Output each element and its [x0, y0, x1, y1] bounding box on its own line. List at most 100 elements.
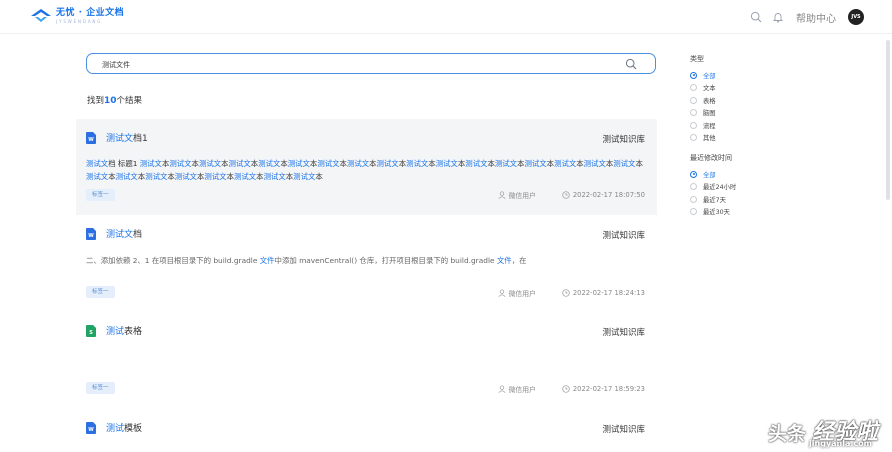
library-name: 测试知识库: [602, 425, 645, 435]
snippet-highlight: 测试文: [263, 171, 286, 181]
watermark-url: jingyanla.com: [809, 439, 872, 448]
radio-button[interactable]: [690, 121, 697, 129]
snippet-text: 本: [167, 171, 175, 181]
title-highlight: 测试: [106, 424, 125, 434]
radio-button[interactable]: [690, 195, 697, 203]
snippet-highlight: 测试文: [376, 159, 399, 168]
result-count-suffix: 个结果: [116, 96, 143, 106]
type-filter-option[interactable]: 脑图: [690, 107, 736, 120]
watermark-left: 头条: [767, 423, 806, 445]
type-filter-option[interactable]: 文本: [690, 82, 736, 95]
svg-text:W: W: [88, 233, 94, 239]
snippet-highlight: 测试文: [293, 171, 316, 181]
snippet-text: 档 标题1: [108, 159, 140, 168]
snippet-highlight: 测试文: [346, 159, 370, 168]
svg-text:W: W: [88, 427, 94, 433]
type-filter-options: 全部文本表格脑图流程其他: [690, 69, 736, 144]
result-card[interactable]: S 测试 表格 测试知识库 标签一 微信用户 2022-02-17 18:59:2…: [76, 311, 657, 407]
snippet-highlight: 测试文: [139, 159, 162, 168]
word-doc-icon: W: [86, 227, 96, 240]
watermark: 头条 经验啦 jingyanla.com: [767, 414, 878, 448]
snippet-highlight: 测试文: [174, 171, 197, 181]
result-title[interactable]: W 测试 模板: [86, 421, 142, 434]
radio-button[interactable]: [690, 134, 697, 142]
snippet-highlight: 测试文: [86, 159, 109, 168]
search-icon[interactable]: [748, 9, 764, 25]
snippet-highlight: 测试文: [115, 171, 138, 181]
svg-text:S: S: [89, 330, 93, 336]
result-card[interactable]: W 测试文 档1 测试知识库 测试文档 标题1 测试文本测试文本测试文本测试文本测…: [76, 119, 657, 215]
result-card[interactable]: W 测试文档 测试知识库 二、添加依赖 2、1 在项目根目录下的 build.g…: [76, 215, 657, 311]
result-count-prefix: 找到: [87, 96, 105, 106]
title-highlight: 测试: [106, 327, 125, 337]
type-filter-option[interactable]: 全部: [690, 69, 736, 82]
filter-panel: 类型 全部 文本 表格 脑图 流程 其他 最近修改时间 全部 最近24小时 最近7天 最近30天: [690, 54, 736, 218]
result-title[interactable]: W 测试文档: [86, 227, 142, 240]
radio-button[interactable]: [690, 208, 697, 216]
snippet-text: 本: [191, 159, 199, 168]
result-title[interactable]: W 测试文 档1: [86, 131, 148, 144]
snippet-text: 本: [315, 171, 323, 181]
help-center-link[interactable]: 帮助中心: [796, 10, 836, 25]
radio-button[interactable]: [690, 109, 697, 117]
result-card[interactable]: W 测试 模板 测试知识库: [76, 408, 657, 452]
bell-icon[interactable]: [770, 9, 786, 25]
snippet-text: 本: [256, 171, 264, 181]
search-icon[interactable]: [625, 58, 637, 70]
type-filter-option[interactable]: 流程: [690, 119, 736, 132]
avatar[interactable]: JVS: [848, 9, 864, 25]
snippet-text: 本: [221, 159, 229, 168]
radio-button[interactable]: [690, 96, 697, 104]
snippet-text: 本: [108, 171, 116, 181]
time-filter-option[interactable]: 最近7天: [690, 193, 736, 206]
snippet-highlight: 测试文: [613, 159, 636, 168]
snippet-text: 中添加 mavenCentral() 仓库，打开项目根目录下的 build.gr…: [274, 256, 497, 265]
user-icon: [498, 191, 506, 199]
library-name: 测试知识库: [602, 328, 645, 338]
logo[interactable]: 无忧 · 企业文档 J Y S W E N D A N G: [30, 8, 124, 24]
radio-button[interactable]: [690, 84, 697, 92]
time-filter-option[interactable]: 最近24小时: [690, 181, 736, 194]
result-title[interactable]: S 测试 表格: [86, 324, 142, 337]
title-rest: 表格: [124, 327, 143, 337]
time-filter-options: 全部 最近24小时 最近7天 最近30天: [690, 168, 736, 218]
type-filter-option-label: 表格: [703, 97, 716, 105]
spreadsheet-icon: S: [86, 324, 96, 337]
snippet-highlight: 测试文: [287, 159, 310, 168]
author: 微信用户: [508, 290, 536, 298]
snippet-highlight: 测试文: [435, 159, 458, 168]
radio-button[interactable]: [690, 71, 697, 79]
user-icon: [498, 289, 506, 297]
snippet-highlight: 文件: [259, 256, 275, 265]
scrollbar[interactable]: [886, 40, 890, 200]
title-rest: 档: [133, 230, 143, 240]
type-filter-option[interactable]: 其他: [690, 132, 736, 145]
snippet-highlight: 试文: [93, 171, 109, 181]
tag-badge[interactable]: 标签一: [86, 189, 115, 201]
snippet-highlight: 测试文: [583, 159, 606, 168]
modified-time: 2022-02-17 18:07:50: [572, 191, 645, 199]
snippet-highlight: 测试文: [204, 171, 227, 181]
time-filter-heading: 最近修改时间: [690, 154, 732, 162]
tag-badge[interactable]: 标签一: [86, 286, 115, 298]
snippet-highlight: 测试文: [465, 159, 488, 168]
snippet-text: 本: [339, 159, 347, 168]
search-input[interactable]: 测试文件: [102, 60, 130, 70]
time-filter-option[interactable]: 全部: [690, 168, 736, 181]
word-doc-icon: W: [86, 421, 96, 434]
type-filter-option-label: 流程: [703, 122, 716, 130]
search-box[interactable]: 测试文件: [86, 53, 656, 74]
logo-title: 无忧 · 企业文档: [56, 7, 125, 18]
radio-button[interactable]: [690, 170, 697, 178]
type-filter-option[interactable]: 表格: [690, 94, 736, 107]
tag-badge[interactable]: 标签一: [86, 382, 115, 394]
result-meta: 微信用户 2022-02-17 18:07:50: [498, 190, 645, 200]
title-highlight: 测试文: [106, 230, 134, 240]
time-filter-option[interactable]: 最近30天: [690, 206, 736, 219]
type-filter-heading: 类型: [690, 55, 704, 63]
snippet-highlight: 测试文: [169, 159, 192, 168]
radio-button[interactable]: [690, 183, 697, 191]
result-count-number: 10: [104, 96, 117, 106]
snippet-text: 本: [369, 159, 377, 168]
type-filter-option-label: 全部: [703, 72, 716, 80]
